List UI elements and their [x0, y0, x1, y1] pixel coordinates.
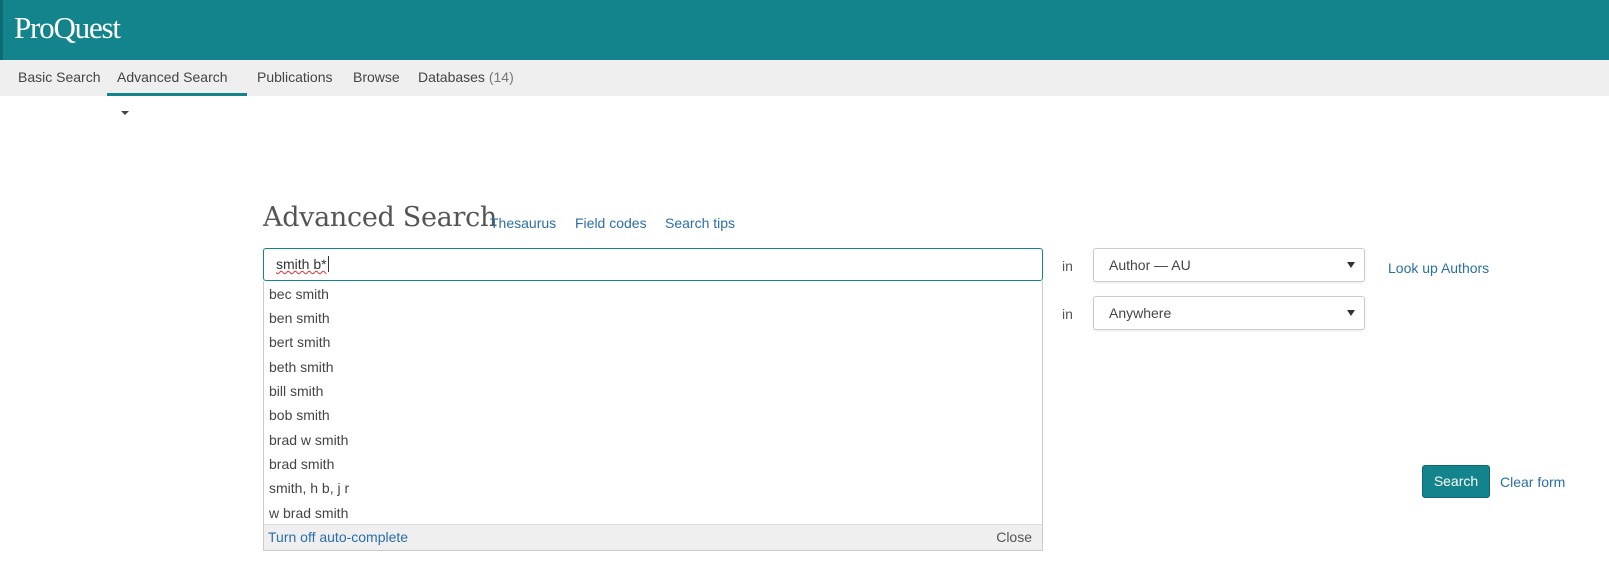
- autocomplete-item[interactable]: bec smith: [264, 282, 1042, 306]
- search-button[interactable]: Search: [1422, 465, 1490, 498]
- search-input-row1[interactable]: smith b*: [263, 248, 1043, 281]
- nav-browse-label: Browse: [353, 69, 400, 85]
- nav-publications-label: Publications: [257, 69, 333, 85]
- page-title: Advanced Search: [263, 202, 497, 233]
- field-select-row1[interactable]: Author — AU: [1093, 248, 1365, 282]
- field-codes-link[interactable]: Field codes: [575, 215, 647, 231]
- nav-advanced-search[interactable]: Advanced Search: [107, 60, 247, 116]
- autocomplete-item[interactable]: bill smith: [264, 379, 1042, 403]
- header-bar: ProQuest: [0, 0, 1609, 60]
- select-arrow-icon: [1347, 310, 1355, 316]
- nav-databases[interactable]: Databases (14): [408, 60, 524, 96]
- thesaurus-link[interactable]: Thesaurus: [490, 215, 556, 231]
- caret-down-icon: [121, 111, 129, 116]
- nav-advanced-search-label: Advanced Search: [117, 69, 228, 85]
- autocomplete-item[interactable]: w brad smith: [264, 501, 1042, 525]
- look-up-authors-link[interactable]: Look up Authors: [1388, 260, 1489, 276]
- autocomplete-item[interactable]: bob smith: [264, 403, 1042, 427]
- autocomplete-item[interactable]: beth smith: [264, 355, 1042, 379]
- clear-form-link[interactable]: Clear form: [1500, 474, 1565, 490]
- text-cursor: [327, 256, 329, 272]
- autocomplete-item[interactable]: brad w smith: [264, 428, 1042, 452]
- close-autocomplete-link[interactable]: Close: [996, 525, 1032, 550]
- field-select-row1-value: Author — AU: [1109, 257, 1191, 273]
- in-label-row1: in: [1062, 258, 1073, 274]
- in-label-row2: in: [1062, 306, 1073, 322]
- autocomplete-footer: Turn off auto-complete Close: [264, 524, 1042, 550]
- turn-off-autocomplete-link[interactable]: Turn off auto-complete: [268, 525, 408, 550]
- nav-browse[interactable]: Browse: [343, 60, 410, 96]
- header-accent: [0, 0, 3, 60]
- main-nav: Basic Search Advanced Search Publication…: [0, 60, 1609, 116]
- autocomplete-item[interactable]: brad smith: [264, 452, 1042, 476]
- field-select-row2[interactable]: Anywhere: [1093, 296, 1365, 330]
- nav-basic-search-label: Basic Search: [18, 69, 101, 85]
- select-arrow-icon: [1347, 262, 1355, 268]
- databases-count: (14): [488, 69, 514, 85]
- field-select-row2-value: Anywhere: [1109, 305, 1172, 321]
- autocomplete-item[interactable]: bert smith: [264, 330, 1042, 354]
- nav-basic-search[interactable]: Basic Search: [8, 60, 110, 96]
- autocomplete-item[interactable]: ben smith: [264, 306, 1042, 330]
- autocomplete-dropdown: bec smith ben smith bert smith beth smit…: [263, 281, 1043, 551]
- proquest-logo[interactable]: ProQuest: [14, 10, 121, 46]
- nav-publications[interactable]: Publications: [247, 60, 343, 96]
- search-input-value: smith b*: [276, 256, 327, 272]
- search-tips-link[interactable]: Search tips: [665, 215, 735, 231]
- autocomplete-item[interactable]: smith, h b, j r: [264, 476, 1042, 500]
- nav-databases-label: Databases: [418, 69, 485, 85]
